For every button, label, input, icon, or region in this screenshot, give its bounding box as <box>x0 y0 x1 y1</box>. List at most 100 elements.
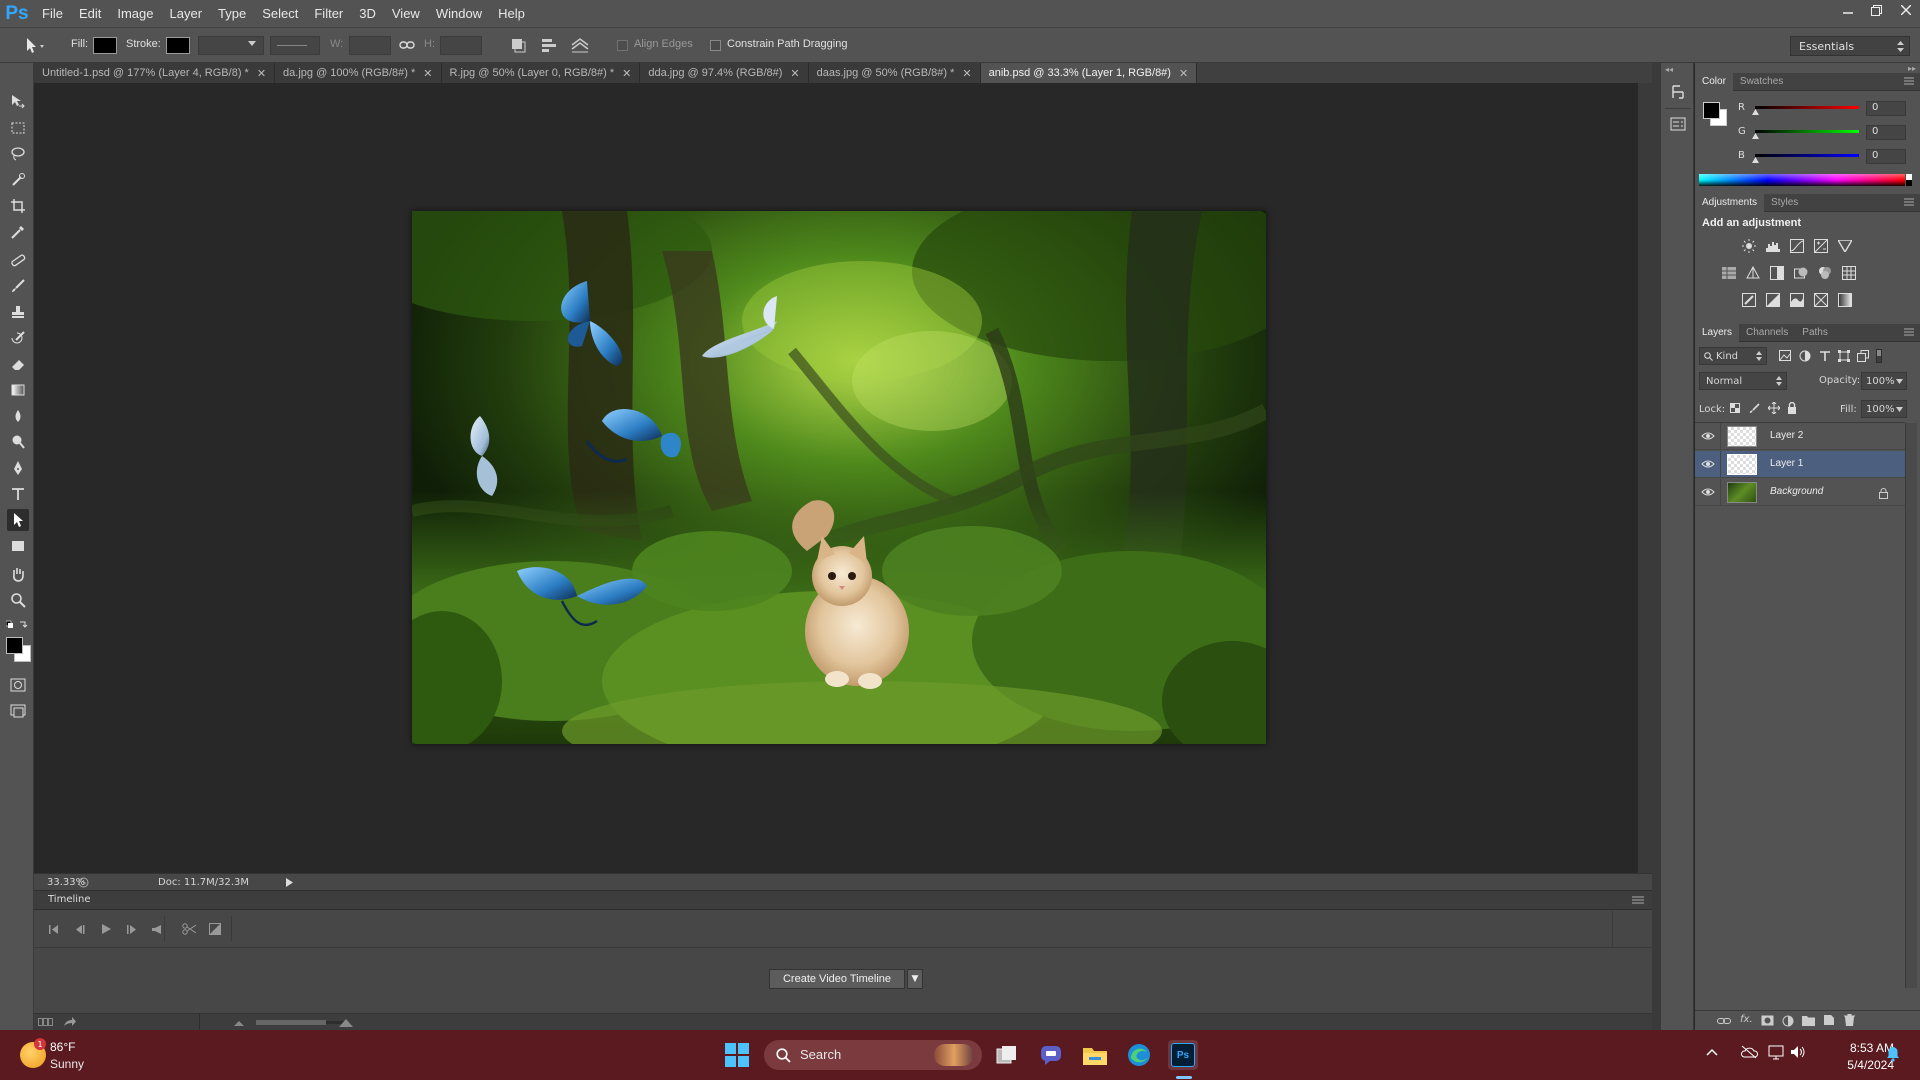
chevron-up-icon[interactable] <box>1706 1048 1718 1056</box>
close-icon[interactable]: ✕ <box>962 67 971 80</box>
document-tab[interactable]: dda.jpg @ 97.4% (RGB/8#) ✕ <box>640 63 809 83</box>
lock-position-icon[interactable] <box>1768 402 1780 414</box>
close-icon[interactable] <box>1891 0 1920 20</box>
history-panel-icon[interactable] <box>1670 84 1686 100</box>
zoom-out-mountain-icon[interactable] <box>234 1020 244 1026</box>
layer-row[interactable]: Background <box>1695 479 1905 506</box>
selective-color-icon[interactable] <box>1813 292 1829 308</box>
red-value[interactable]: 0 <box>1866 101 1906 116</box>
foreground-color-swatch[interactable] <box>6 637 23 654</box>
menu-help[interactable]: Help <box>490 6 533 21</box>
filter-shape-icon[interactable] <box>1838 350 1850 362</box>
close-icon[interactable]: ✕ <box>622 67 631 80</box>
zoom-in-mountain-icon[interactable] <box>339 1018 353 1027</box>
document-tab[interactable]: daas.jpg @ 50% (RGB/8#) * ✕ <box>808 63 981 83</box>
restore-icon[interactable] <box>1862 0 1891 20</box>
add-mask-icon[interactable] <box>1761 1015 1774 1026</box>
status-info-icon[interactable] <box>78 877 89 888</box>
path-selection-tool-icon[interactable] <box>24 37 46 55</box>
menu-image[interactable]: Image <box>109 6 161 21</box>
move-tool-icon[interactable] <box>7 91 29 113</box>
invert-icon[interactable] <box>1741 292 1757 308</box>
filter-kind-select[interactable]: Kind <box>1699 347 1767 365</box>
zoom-tool-icon[interactable] <box>7 589 29 611</box>
next-frame-icon[interactable] <box>122 919 142 939</box>
lock-transparent-pixels-icon[interactable] <box>1730 403 1740 413</box>
brush-tool-icon[interactable] <box>7 275 29 297</box>
menu-select[interactable]: Select <box>254 6 306 21</box>
rectangle-tool-icon[interactable] <box>7 535 29 557</box>
hue-saturation-icon[interactable] <box>1721 265 1737 281</box>
slider-handle-icon[interactable] <box>1752 133 1759 139</box>
layer-row[interactable]: Layer 2 <box>1695 423 1905 450</box>
display-icon[interactable] <box>1768 1044 1784 1060</box>
frame-animation-icon[interactable] <box>38 1018 54 1026</box>
history-brush-tool-icon[interactable] <box>7 327 29 349</box>
exposure-icon[interactable] <box>1813 238 1829 254</box>
filter-toggle-switch[interactable] <box>1876 349 1882 363</box>
document-tab-active[interactable]: anib.psd @ 33.3% (Layer 1, RGB/8#) ✕ <box>980 63 1198 83</box>
color-lookup-icon[interactable] <box>1841 265 1857 281</box>
close-icon[interactable]: ✕ <box>257 67 266 80</box>
levels-icon[interactable] <box>1765 238 1781 254</box>
color-spectrum-ramp[interactable] <box>1699 174 1905 186</box>
file-explorer-icon[interactable] <box>1080 1040 1110 1070</box>
red-slider[interactable] <box>1755 106 1859 109</box>
layer-name[interactable]: Background <box>1770 486 1823 497</box>
panel-menu-icon[interactable] <box>1632 896 1644 904</box>
menu-type[interactable]: Type <box>210 6 254 21</box>
path-alignment-icon[interactable] <box>540 37 558 53</box>
menu-layer[interactable]: Layer <box>162 6 211 21</box>
path-operations-icon[interactable] <box>510 37 526 53</box>
tab-color[interactable]: Color <box>1695 72 1733 91</box>
blur-tool-icon[interactable] <box>7 405 29 427</box>
tab-layers[interactable]: Layers <box>1695 323 1740 342</box>
go-to-first-frame-icon[interactable] <box>44 919 64 939</box>
lasso-tool-icon[interactable] <box>7 143 29 165</box>
render-video-icon[interactable] <box>64 1017 76 1027</box>
green-slider[interactable] <box>1755 130 1859 133</box>
panel-menu-icon[interactable] <box>1904 77 1914 85</box>
layer-name[interactable]: Layer 1 <box>1770 458 1803 469</box>
minimize-icon[interactable] <box>1833 0 1862 20</box>
black-swatch[interactable] <box>1906 180 1912 186</box>
link-layers-icon[interactable] <box>1717 1016 1731 1026</box>
align-edges-checkbox[interactable] <box>617 40 628 51</box>
clock-date[interactable]: 5/4/2024 <box>1828 1058 1894 1072</box>
path-arrangement-icon[interactable] <box>570 37 590 53</box>
create-video-timeline-button[interactable]: Create Video Timeline <box>769 969 905 989</box>
visibility-eye-icon[interactable] <box>1701 459 1715 469</box>
tab-styles[interactable]: Styles <box>1764 194 1805 212</box>
timeline-zoom-slider[interactable] <box>256 1020 344 1025</box>
eraser-tool-icon[interactable] <box>7 353 29 375</box>
threshold-icon[interactable] <box>1789 292 1805 308</box>
filter-pixel-icon[interactable] <box>1779 350 1791 361</box>
clock-time[interactable]: 8:53 AM <box>1828 1041 1894 1055</box>
new-adjustment-layer-icon[interactable] <box>1782 1015 1794 1027</box>
lock-all-icon[interactable] <box>1787 402 1797 414</box>
volume-icon[interactable] <box>1790 1045 1806 1059</box>
taskbar-search-box[interactable]: Search <box>764 1040 982 1070</box>
filter-smart-object-icon[interactable] <box>1857 350 1869 362</box>
status-menu-arrow-icon[interactable] <box>286 878 293 887</box>
chevron-down-icon[interactable]: ▼ <box>907 969 923 989</box>
photoshop-taskbar-icon[interactable]: Ps <box>1168 1040 1198 1070</box>
slider-handle-icon[interactable] <box>1752 109 1759 115</box>
visibility-eye-icon[interactable] <box>1701 487 1715 497</box>
blue-slider[interactable] <box>1755 154 1859 157</box>
task-view-icon[interactable] <box>992 1040 1022 1070</box>
photo-filter-icon[interactable] <box>1793 265 1809 281</box>
menu-window[interactable]: Window <box>428 6 490 21</box>
curves-icon[interactable] <box>1789 238 1805 254</box>
menu-file[interactable]: File <box>34 6 71 21</box>
expand-arrows-icon[interactable]: ▸▸ <box>1908 64 1916 73</box>
close-icon[interactable]: ✕ <box>790 67 799 80</box>
close-icon[interactable]: ✕ <box>1179 67 1188 80</box>
channel-mixer-icon[interactable] <box>1817 265 1833 281</box>
screen-mode-icon[interactable] <box>7 700 29 722</box>
height-field[interactable] <box>440 36 482 55</box>
edge-browser-icon[interactable] <box>1124 1040 1154 1070</box>
split-scissors-icon[interactable] <box>179 919 199 939</box>
constrain-path-checkbox[interactable] <box>710 40 721 51</box>
new-group-icon[interactable] <box>1802 1015 1815 1026</box>
